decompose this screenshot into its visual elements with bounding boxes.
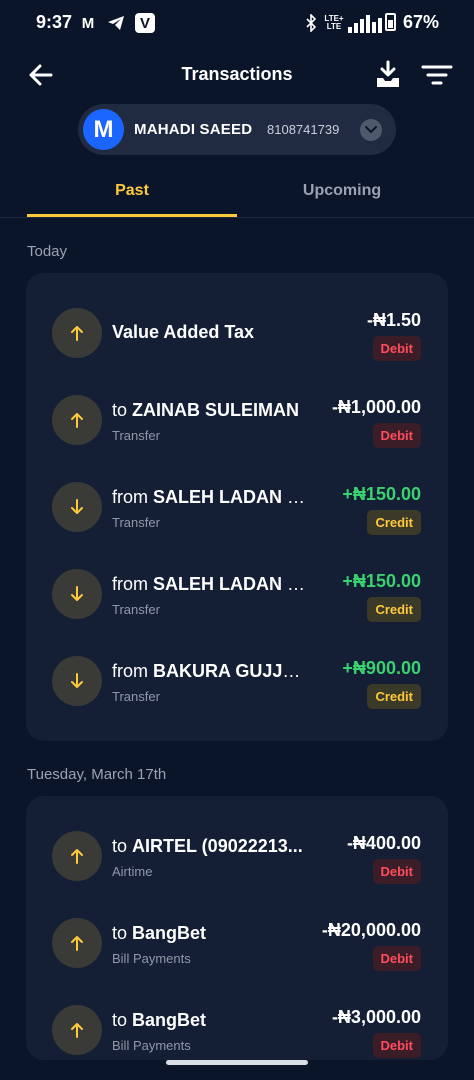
tab-upcoming[interactable]: Upcoming bbox=[237, 182, 447, 200]
status-badge: Debit bbox=[372, 859, 421, 884]
lte-bottom-label: LTE bbox=[326, 22, 342, 31]
chevron-down-icon[interactable] bbox=[360, 119, 382, 141]
transaction-amount: -₦3,000.00 bbox=[331, 1007, 421, 1027]
status-badge: Debit bbox=[372, 946, 421, 971]
arrow-down-icon bbox=[52, 482, 102, 532]
transaction-prefix: from bbox=[112, 487, 154, 507]
transaction-amount: +₦150.00 bbox=[342, 484, 421, 504]
transaction-name: SALEH LADAN MUSA bbox=[153, 487, 308, 507]
transaction-prefix: to bbox=[112, 836, 133, 856]
transaction-title: to BangBet bbox=[112, 923, 206, 944]
transaction-title: from BAKURA GUJJA ABUBAKAR bbox=[112, 661, 308, 682]
arrow-up-icon bbox=[52, 308, 102, 358]
transaction-title: to AIRTEL (09022213... bbox=[112, 836, 303, 857]
arrow-up-icon bbox=[52, 831, 102, 881]
arrow-up-icon bbox=[52, 395, 102, 445]
tab-past[interactable]: Past bbox=[27, 182, 237, 200]
transaction-category: Bill Payments bbox=[112, 1038, 191, 1053]
status-time: 9:37 bbox=[36, 12, 73, 32]
transaction-name: BangBet bbox=[132, 1010, 207, 1030]
transaction-title: from SALEH LADAN MUSA bbox=[112, 487, 308, 508]
transaction-row[interactable]: to AIRTEL (09022213... Airtime -₦400.00 … bbox=[26, 813, 448, 900]
signal-icon bbox=[346, 13, 384, 33]
transaction-name: AIRTEL (09022213... bbox=[132, 836, 303, 856]
transaction-category: Transfer bbox=[112, 428, 160, 443]
transaction-row[interactable]: from BAKURA GUJJA ABUBAKAR Transfer +₦90… bbox=[26, 638, 448, 725]
telegram-icon bbox=[106, 13, 126, 33]
transaction-amount: -₦1,000.00 bbox=[331, 397, 421, 417]
transaction-name: BangBet bbox=[132, 923, 207, 943]
transaction-title: to ZAINAB SULEIMAN bbox=[112, 400, 299, 421]
status-badge: Credit bbox=[367, 597, 421, 622]
download-tray-icon bbox=[377, 60, 399, 87]
transaction-title: Value Added Tax bbox=[112, 322, 254, 343]
transaction-prefix: from bbox=[112, 574, 154, 594]
transaction-row[interactable]: from SALEH LADAN MUSA Transfer +₦150.00 … bbox=[26, 551, 448, 638]
transaction-row[interactable]: from SALEH LADAN MUSA Transfer +₦150.00 … bbox=[26, 464, 448, 551]
transaction-row[interactable]: to ZAINAB SULEIMAN Transfer -₦1,000.00 D… bbox=[26, 377, 448, 464]
page-title: Transactions bbox=[181, 64, 293, 84]
account-selector[interactable]: M MAHADI SAEED 8108741739 bbox=[78, 104, 396, 155]
transaction-amount: +₦150.00 bbox=[342, 571, 421, 591]
status-badge: Debit bbox=[372, 423, 421, 448]
tabs-divider bbox=[0, 217, 474, 218]
download-statement-button[interactable] bbox=[374, 60, 402, 90]
battery-percent: 67% bbox=[403, 12, 440, 32]
filter-button[interactable] bbox=[421, 62, 453, 88]
account-number: 8108741739 bbox=[267, 122, 340, 137]
section-date-today: Today bbox=[27, 243, 68, 260]
status-bar: 9:37 M V LTE+ LTE 67% bbox=[0, 0, 474, 46]
transaction-amount: -₦20,000.00 bbox=[321, 920, 421, 940]
filter-icon bbox=[421, 65, 453, 85]
transaction-name: BAKURA GUJJA ABUBAKAR bbox=[153, 661, 308, 681]
status-badge: Credit bbox=[367, 510, 421, 535]
arrow-down-icon bbox=[52, 569, 102, 619]
transaction-category: Transfer bbox=[112, 689, 160, 704]
transaction-category: Airtime bbox=[112, 864, 153, 879]
transaction-amount: -₦1.50 bbox=[366, 310, 421, 330]
arrow-up-icon bbox=[52, 1005, 102, 1055]
status-badge: Debit bbox=[372, 336, 421, 361]
transaction-category: Transfer bbox=[112, 602, 160, 617]
account-avatar: M bbox=[83, 109, 124, 150]
status-badge: Debit bbox=[372, 1033, 421, 1058]
arrow-down-icon bbox=[52, 656, 102, 706]
vpn-icon: V bbox=[135, 13, 155, 33]
section-date-tuesday: Tuesday, March 17th bbox=[27, 766, 167, 783]
transactions-card-tuesday: to AIRTEL (09022213... Airtime -₦400.00 … bbox=[26, 796, 448, 1060]
transaction-amount: +₦900.00 bbox=[342, 658, 421, 678]
transaction-row[interactable]: to BangBet Bill Payments -₦20,000.00 Deb… bbox=[26, 900, 448, 987]
transaction-prefix: from bbox=[112, 661, 154, 681]
transaction-title: to BangBet bbox=[112, 1010, 206, 1031]
transaction-amount: -₦400.00 bbox=[346, 833, 421, 853]
transaction-row[interactable]: Value Added Tax -₦1.50 Debit bbox=[26, 290, 448, 377]
transaction-name: SALEH LADAN MUSA bbox=[153, 574, 308, 594]
battery-icon bbox=[385, 13, 396, 31]
transactions-card-today: Value Added Tax -₦1.50 Debit to ZAINAB S… bbox=[26, 273, 448, 741]
home-indicator[interactable] bbox=[166, 1060, 308, 1065]
account-name: MAHADI SAEED bbox=[134, 121, 253, 138]
transaction-category: Transfer bbox=[112, 515, 160, 530]
bluetooth-icon bbox=[304, 13, 318, 33]
transaction-category: Bill Payments bbox=[112, 951, 191, 966]
transaction-name: ZAINAB SULEIMAN bbox=[132, 400, 300, 420]
transaction-row[interactable]: to BangBet Bill Payments -₦3,000.00 Debi… bbox=[26, 987, 448, 1060]
transaction-prefix: to bbox=[112, 1010, 133, 1030]
transaction-prefix: to bbox=[112, 923, 133, 943]
lte-icon: LTE+ LTE bbox=[324, 13, 344, 33]
transaction-prefix: to bbox=[112, 400, 133, 420]
status-badge: Credit bbox=[367, 684, 421, 709]
transaction-title: from SALEH LADAN MUSA bbox=[112, 574, 308, 595]
transaction-name: Value Added Tax bbox=[112, 322, 255, 342]
arrow-up-icon bbox=[52, 918, 102, 968]
gmail-icon: M bbox=[81, 14, 95, 32]
